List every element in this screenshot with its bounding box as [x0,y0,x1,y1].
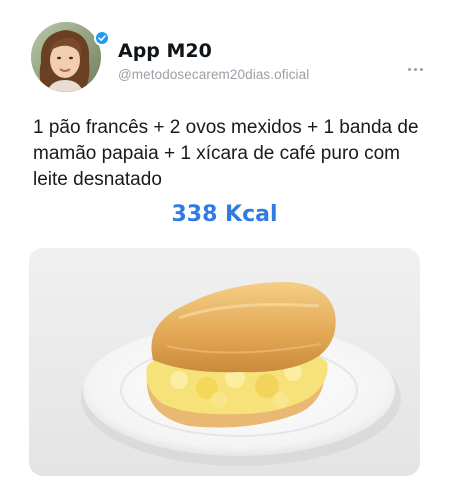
account-handle[interactable]: @metodosecarem20dias.oficial [118,67,309,82]
post-card: App M20 @metodosecarem20dias.oficial 1 p… [0,0,449,500]
account-name[interactable]: App M20 [118,40,212,62]
post-text: 1 pão francês + 2 ovos mexidos + 1 banda… [33,117,419,190]
avatar-image [31,22,101,92]
verified-badge-icon [94,30,110,46]
post-image[interactable] [29,248,420,476]
avatar[interactable] [31,22,101,92]
bread-with-scrambled-eggs-icon [29,248,420,476]
calories-label: 338 Kcal [171,202,278,227]
more-options-icon[interactable] [404,62,426,76]
